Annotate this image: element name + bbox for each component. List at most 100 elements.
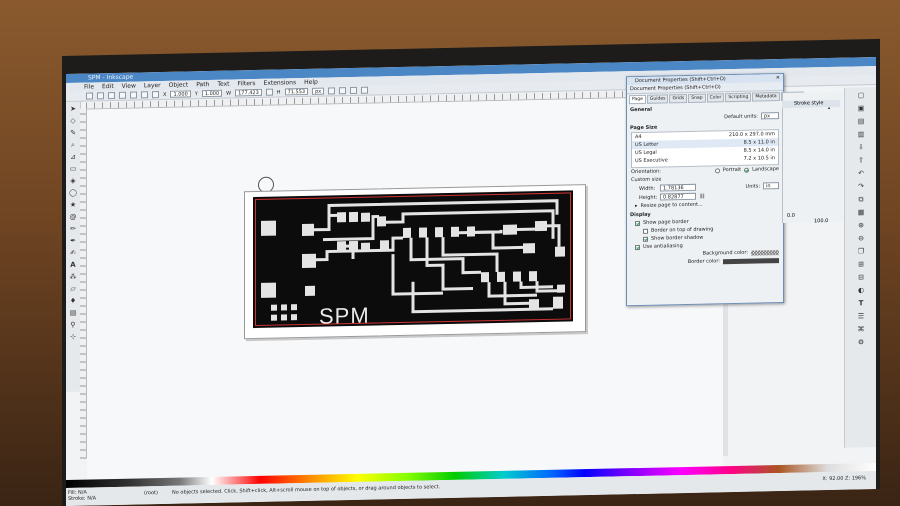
bucket-icon[interactable]: ♦ [68, 296, 78, 306]
open-icon[interactable]: ▣ [856, 103, 866, 113]
show-border-shadow-checkbox[interactable] [643, 236, 648, 242]
lock-icon[interactable] [265, 88, 273, 96]
rectangle-icon[interactable]: ▭ [68, 164, 78, 174]
width-input[interactable]: 1.78136 [660, 183, 696, 192]
pen-icon[interactable]: ✒ [68, 236, 78, 246]
import-icon[interactable]: ⇩ [856, 142, 866, 152]
menu-view[interactable]: View [122, 82, 136, 91]
move-patterns-button[interactable] [361, 86, 369, 94]
align-icon[interactable]: ☰ [856, 311, 866, 321]
list-item[interactable]: US Executive 7.2 x 10.5 in [632, 154, 778, 165]
show-page-border-checkbox[interactable] [635, 220, 640, 226]
h-label: H [276, 89, 281, 96]
text-tool-icon[interactable]: A [68, 260, 78, 270]
undo-icon[interactable]: ↶ [856, 168, 866, 178]
redo-icon[interactable]: ↷ [856, 181, 866, 191]
selector-arrow-icon[interactable]: ➤ [68, 104, 78, 114]
preferences-icon[interactable]: ⚙ [856, 337, 866, 347]
raise-button[interactable] [141, 91, 148, 99]
layer-select[interactable]: (root) [144, 490, 158, 496]
chain-link-icon[interactable]: ⛓ [699, 193, 705, 199]
scale-corners-button[interactable] [339, 87, 347, 95]
window-title: SPM - Inkscape [88, 73, 134, 82]
connector-icon[interactable]: ⊹ [68, 332, 78, 342]
move-gradients-button[interactable] [350, 86, 358, 95]
tab-page[interactable]: Page [629, 94, 646, 105]
gradient-icon[interactable]: ▤ [68, 308, 78, 318]
group-icon[interactable]: ⊞ [856, 259, 866, 269]
y-field[interactable]: 1.000 [201, 89, 223, 98]
text-font-icon[interactable]: T [856, 298, 866, 308]
menu-path[interactable]: Path [196, 80, 209, 89]
box-3d-icon[interactable]: ◈ [68, 176, 78, 186]
calligraphy-icon[interactable]: ✍ [68, 248, 78, 258]
height-field[interactable]: 71.553 [284, 87, 309, 96]
default-units-label: Default units: [724, 113, 758, 120]
save-icon[interactable]: ▤ [856, 116, 866, 126]
height-label: Height: [639, 194, 658, 201]
print-icon[interactable]: ▥ [856, 129, 866, 139]
background-color-swatch[interactable] [751, 249, 779, 256]
zoom-icon[interactable]: ⌕ [68, 140, 78, 150]
eraser-icon[interactable]: ▱ [68, 284, 78, 294]
zoom-out-icon[interactable]: ⊖ [856, 233, 866, 243]
menu-edit[interactable]: Edit [102, 82, 114, 91]
tab-color[interactable]: Color [706, 93, 725, 103]
stroke-style-tab[interactable]: Stroke style [782, 99, 840, 109]
fill-stroke-icon[interactable]: ◐ [856, 285, 866, 295]
tab-grids[interactable]: Grids [669, 93, 688, 104]
flip-vertical-button[interactable] [130, 91, 137, 99]
select-all-button[interactable] [86, 92, 93, 100]
zoom-in-icon[interactable]: ⊕ [856, 220, 866, 230]
new-document-icon[interactable]: ▢ [856, 90, 866, 100]
ellipse-icon[interactable]: ◯ [68, 188, 78, 198]
pcb-board[interactable]: SPM [253, 190, 573, 329]
measure-icon[interactable]: ⊿ [68, 152, 78, 162]
copy-icon[interactable]: ⧉ [856, 194, 866, 204]
pencil-icon[interactable]: ✏ [68, 224, 78, 234]
default-units-select[interactable]: px [761, 112, 779, 120]
stroke-label: Stroke: [68, 495, 86, 502]
flip-horizontal-button[interactable] [119, 91, 126, 99]
menu-filters[interactable]: Filters [238, 79, 256, 88]
show-border-shadow-label: Show border shadow [651, 234, 704, 242]
page-size-list[interactable]: A4 210.0 x 297.0 mm US Letter 8.5 x 11.0 i… [631, 129, 779, 169]
menu-layer[interactable]: Layer [144, 81, 161, 90]
star-icon[interactable]: ★ [68, 200, 78, 210]
width-field[interactable]: 177.423 [235, 88, 262, 97]
close-icon[interactable]: ✕ [776, 74, 780, 82]
units-select[interactable]: in [763, 182, 779, 190]
spray-icon[interactable]: ⁂ [68, 272, 78, 282]
landscape-label: Landscape [752, 166, 779, 173]
node-tool-icon[interactable]: ◇ [68, 116, 78, 126]
x-field[interactable]: 1.000 [170, 90, 191, 98]
unit-select[interactable]: px [312, 87, 325, 95]
landscape-radio[interactable] [744, 167, 750, 173]
spiral-icon[interactable]: @ [68, 212, 78, 222]
border-on-top-checkbox[interactable] [643, 228, 648, 234]
paste-icon[interactable]: ▦ [856, 207, 866, 217]
page-size-dim: 7.2 x 10.5 in [743, 155, 775, 162]
tab-scripting[interactable]: Scripting [725, 92, 752, 103]
portrait-radio[interactable] [714, 167, 720, 173]
rotate-cw-button[interactable] [108, 91, 115, 100]
border-color-swatch[interactable] [723, 257, 779, 264]
menu-help[interactable]: Help [304, 78, 318, 87]
export-icon[interactable]: ⇧ [856, 155, 866, 165]
duplicate-icon[interactable]: ❐ [856, 246, 866, 256]
rotate-ccw-button[interactable] [97, 92, 104, 100]
tab-guides[interactable]: Guides [646, 94, 669, 104]
xml-editor-icon[interactable]: ⌘ [856, 324, 866, 334]
tweak-tool-icon[interactable]: ✎ [68, 128, 78, 138]
use-antialiasing-checkbox[interactable] [635, 244, 640, 250]
tab-metadata[interactable]: Metadata [752, 92, 780, 102]
scale-stroke-button[interactable] [328, 87, 336, 95]
menu-object[interactable]: Object [169, 80, 189, 89]
menu-file[interactable]: File [84, 82, 94, 91]
dropper-icon[interactable]: ⚲ [68, 320, 78, 330]
lower-button[interactable] [152, 91, 159, 99]
tab-snap[interactable]: Snap [688, 93, 706, 103]
ungroup-icon[interactable]: ⊟ [856, 272, 866, 282]
height-input[interactable]: 0.82877 [660, 192, 696, 201]
menu-text[interactable]: Text [217, 80, 229, 89]
